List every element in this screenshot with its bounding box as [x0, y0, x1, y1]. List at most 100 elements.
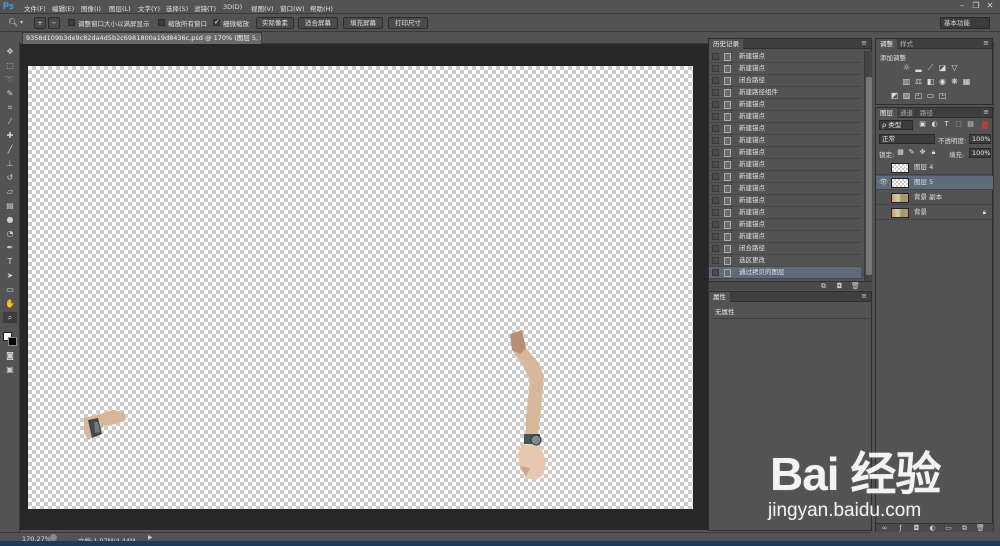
menu-3d[interactable]: 3D(D) — [223, 3, 242, 11]
new-document-from-state-icon[interactable]: ⧉ — [819, 282, 828, 290]
menu-view[interactable]: 视图(V) — [251, 3, 274, 13]
history-item[interactable]: 新建锚点 — [709, 231, 861, 243]
history-source-checkbox[interactable] — [712, 149, 719, 156]
document-tab[interactable]: 9358d109b3de9c82da4d5b2c6981800a19d8436c… — [22, 32, 262, 44]
hand-tool-icon[interactable]: ✋ — [3, 298, 17, 309]
brightness-icon[interactable]: ☼ — [902, 63, 911, 72]
quick-select-tool-icon[interactable]: ✎ — [3, 88, 17, 99]
history-item[interactable]: 新建锚点 — [709, 219, 861, 231]
history-source-checkbox[interactable] — [712, 89, 719, 96]
invert-icon[interactable]: ◩ — [890, 91, 899, 100]
history-source-checkbox[interactable] — [712, 197, 719, 204]
quick-mask-icon[interactable]: ◙ — [3, 350, 17, 361]
menu-type[interactable]: 文字(Y) — [138, 3, 160, 13]
black-white-icon[interactable]: ◧ — [926, 77, 935, 86]
zoom-all-checkbox[interactable] — [158, 19, 165, 26]
history-item[interactable]: 闭合路径 — [709, 75, 861, 87]
eraser-tool-icon[interactable]: ▱ — [3, 186, 17, 197]
tab-history[interactable]: 历史记录 — [709, 39, 743, 49]
color-lookup-icon[interactable]: ▦ — [962, 77, 971, 86]
print-size-button[interactable]: 打印尺寸 — [388, 17, 428, 29]
history-item[interactable]: 新建锚点 — [709, 135, 861, 147]
history-item[interactable]: 新建锚点 — [709, 195, 861, 207]
tab-adjustments[interactable]: 调整 — [876, 39, 897, 49]
history-source-checkbox[interactable] — [712, 65, 719, 72]
gradient-map-icon[interactable]: ▭ — [926, 91, 935, 100]
scrubby-zoom-checkbox[interactable]: ✓ — [213, 19, 220, 26]
new-layer-icon[interactable]: ⧉ — [960, 524, 969, 532]
history-scrollbar[interactable] — [864, 51, 872, 281]
zoom-in-icon[interactable]: + — [34, 17, 46, 29]
tab-layers[interactable]: 图层 — [876, 108, 897, 118]
filter-shape-icon[interactable]: ⬚ — [954, 120, 963, 129]
menu-file[interactable]: 文件(F) — [24, 3, 46, 13]
tab-paths[interactable]: 路径 — [916, 108, 937, 118]
status-menu-arrow-icon[interactable]: ▶ — [148, 534, 153, 541]
history-item[interactable]: 新建锚点 — [709, 159, 861, 171]
history-item[interactable]: 通过拷贝的图层 — [709, 267, 861, 279]
history-item[interactable]: 新建锚点 — [709, 147, 861, 159]
visibility-eye-icon[interactable] — [879, 209, 886, 216]
menu-window[interactable]: 窗口(W) — [280, 3, 305, 13]
healing-tool-icon[interactable]: ✚ — [3, 130, 17, 141]
hue-saturation-icon[interactable]: ▥ — [902, 77, 911, 86]
rectangle-tool-icon[interactable]: ▭ — [3, 284, 17, 295]
history-source-checkbox[interactable] — [712, 101, 719, 108]
selective-color-icon[interactable]: ◳ — [938, 91, 947, 100]
zoom-tool-icon[interactable]: 🔍︎ — [8, 18, 18, 27]
filter-type-icon[interactable]: T — [942, 120, 951, 129]
actual-pixels-button[interactable]: 实际像素 — [256, 17, 294, 29]
minimize-icon[interactable]: – — [958, 2, 966, 10]
crop-tool-icon[interactable]: ⌗ — [3, 102, 17, 113]
history-item[interactable]: 选区更改 — [709, 255, 861, 267]
move-tool-icon[interactable]: ✥ — [3, 46, 17, 57]
menu-edit[interactable]: 编辑(E) — [52, 3, 74, 13]
pen-tool-icon[interactable]: ✒ — [3, 242, 17, 253]
close-icon[interactable]: ✕ — [986, 2, 994, 10]
history-item[interactable]: 新建锚点 — [709, 99, 861, 111]
visibility-eye-icon[interactable] — [879, 164, 886, 171]
lock-pixels-icon[interactable]: ✎ — [907, 148, 916, 157]
delete-history-icon[interactable]: 🗑︎ — [851, 282, 860, 290]
background-color-swatch[interactable] — [8, 337, 17, 346]
history-source-checkbox[interactable] — [712, 113, 719, 120]
snapshot-icon[interactable]: ◘ — [835, 282, 844, 290]
layer-mask-icon[interactable]: ◘ — [912, 524, 921, 532]
fill-input[interactable]: 100% — [969, 148, 991, 158]
history-scroll-thumb[interactable] — [866, 77, 872, 275]
posterize-icon[interactable]: ▨ — [902, 91, 911, 100]
history-item[interactable]: 新建锚点 — [709, 123, 861, 135]
layer-row[interactable]: 背景 🔒︎ — [876, 206, 996, 220]
menu-layer[interactable]: 图层(L) — [109, 3, 131, 13]
menu-help[interactable]: 帮助(H) — [310, 3, 333, 13]
status-info-icon[interactable] — [50, 534, 57, 541]
history-source-checkbox[interactable] — [712, 77, 719, 84]
tab-channels[interactable]: 通道 — [896, 108, 917, 118]
color-balance-icon[interactable]: ⚖ — [914, 77, 923, 86]
visibility-eye-icon[interactable] — [879, 194, 886, 201]
vibrance-icon[interactable]: ▽ — [950, 63, 959, 72]
layer-row[interactable]: 背景 副本 — [876, 191, 996, 205]
properties-menu-icon[interactable]: ≡ — [861, 292, 867, 301]
workspace-select[interactable]: 基本功能 — [940, 17, 990, 29]
path-select-tool-icon[interactable]: ➤ — [3, 270, 17, 281]
layers-menu-icon[interactable]: ≡ — [983, 108, 989, 117]
lock-position-icon[interactable]: ✥ — [918, 148, 927, 157]
history-source-checkbox[interactable] — [712, 269, 719, 276]
menu-filter[interactable]: 滤镜(T) — [194, 3, 216, 13]
document-canvas[interactable] — [28, 66, 693, 509]
opacity-input[interactable]: 100% — [969, 134, 991, 144]
clone-stamp-tool-icon[interactable]: ⊥ — [3, 158, 17, 169]
adjustments-menu-icon[interactable]: ≡ — [983, 39, 989, 48]
zoom-tool-icon[interactable]: ⌕ — [3, 312, 17, 323]
history-source-checkbox[interactable] — [712, 185, 719, 192]
eyedropper-tool-icon[interactable]: ⁄ — [3, 116, 17, 127]
layer-row[interactable]: 👁︎ 图层 5 — [876, 176, 996, 190]
resize-windows-checkbox[interactable] — [68, 19, 75, 26]
history-brush-tool-icon[interactable]: ↺ — [3, 172, 17, 183]
photo-filter-icon[interactable]: ◉ — [938, 77, 947, 86]
new-group-icon[interactable]: ▭ — [944, 524, 953, 532]
history-source-checkbox[interactable] — [712, 233, 719, 240]
gradient-tool-icon[interactable]: ▤ — [3, 200, 17, 211]
filter-pixel-icon[interactable]: ▣ — [918, 120, 927, 129]
